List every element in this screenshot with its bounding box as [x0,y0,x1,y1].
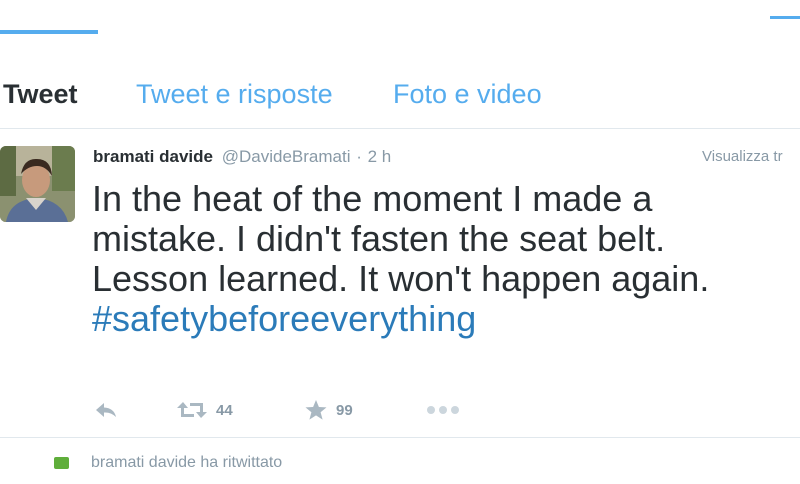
view-translation-link[interactable]: Visualizza tr [702,147,783,167]
retweet-count: 44 [216,401,233,419]
top-navigation-strip [0,0,800,39]
tab-tweets-and-replies[interactable]: Tweet e risposte [136,78,333,110]
reply-arrow-icon [96,403,116,417]
avatar-photo-icon [0,146,75,222]
author-name[interactable]: bramati davide [93,147,213,166]
tab-photos-and-videos[interactable]: Foto e video [393,78,542,110]
profile-page: Tweet Tweet e risposte Foto e video bram… [0,0,800,484]
more-dots-icon [427,406,459,414]
favorite-button[interactable]: 99 [304,397,353,423]
more-options-button[interactable] [426,397,460,423]
tab-tweet[interactable]: Tweet [3,78,78,110]
tweet-text-line: mistake. I didn't fasten the seat belt. [92,218,666,259]
retweet-button[interactable]: 44 [176,397,233,423]
tweet-text-line: Lesson learned. It won't happen again. [92,258,710,299]
tweet-timestamp[interactable]: 2 h [368,147,392,166]
header-separator: · [356,147,362,166]
star-icon [305,400,327,420]
tweet-text: In the heat of the moment I made a mista… [92,179,800,339]
avatar[interactable] [0,146,75,222]
retweet-badge-icon [54,457,69,469]
favorite-count: 99 [336,401,353,419]
tweet-card[interactable]: bramati davide @DavideBramati · 2 h Visu… [0,129,800,438]
retweet-context-text[interactable]: bramati davide ha ritwittato [91,454,282,472]
active-nav-indicator [0,30,98,34]
tweet-text-line: In the heat of the moment I made a [92,178,653,219]
author-handle[interactable]: @DavideBramati [222,147,351,166]
profile-tabs: Tweet Tweet e risposte Foto e video [0,38,800,129]
nav-indicator-right [770,16,800,19]
reply-button[interactable] [94,397,118,423]
retweet-icon [177,402,207,418]
retweet-context: bramati davide ha ritwittato [54,454,282,472]
tweet-header: bramati davide @DavideBramati · 2 h [93,146,391,168]
hashtag-link[interactable]: #safetybeforeeverything [92,299,800,339]
